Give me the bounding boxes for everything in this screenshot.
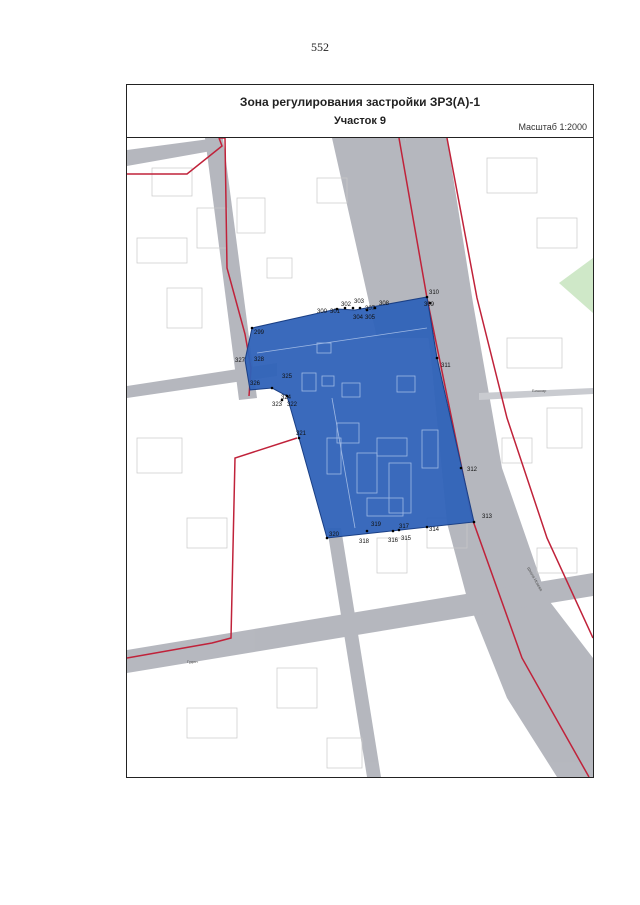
point-label-308: 308 — [379, 301, 390, 307]
point-label-313: 313 — [482, 514, 493, 520]
map-area: Бишкар Гудин Школа Исаева 299 300 301 30… — [127, 138, 593, 777]
point-label-314: 314 — [429, 527, 440, 533]
map-title: Зона регулирования застройки ЗРЗ(А)-1 — [239, 95, 481, 109]
point-label-305: 305 — [365, 315, 376, 321]
point-label-299: 299 — [254, 330, 265, 336]
point-label-324: 324 — [281, 395, 292, 401]
point-label-301: 301 — [330, 309, 341, 315]
map-frame: Зона регулирования застройки ЗРЗ(А)-1 Уч… — [126, 84, 594, 778]
point-label-326: 326 — [250, 381, 261, 387]
point-label-304: 304 — [353, 315, 364, 321]
point-label-302: 302 — [341, 302, 352, 308]
page-number: 552 — [311, 40, 329, 54]
point-label-312: 312 — [467, 467, 478, 473]
point-label-328: 328 — [254, 357, 265, 363]
map-canvas: Бишкар Гудин Школа Исаева 299 300 301 30… — [127, 138, 593, 777]
point-label-323: 323 — [272, 402, 283, 408]
point-label-316: 316 — [388, 538, 399, 544]
point-label-320: 320 — [329, 532, 340, 538]
point-label-325: 325 — [282, 374, 293, 380]
map-scale: Масштаб 1:2000 — [518, 122, 587, 132]
point-label-311: 311 — [441, 363, 451, 369]
street-label-bishkar: Бишкар — [532, 388, 547, 393]
street-label-gudin: Гудин — [187, 659, 198, 664]
title-block: Зона регулирования застройки ЗРЗ(А)-1 Уч… — [127, 85, 593, 138]
point-label-315: 315 — [401, 536, 412, 542]
point-label-300: 300 — [317, 309, 328, 315]
point-label-322: 322 — [287, 402, 298, 408]
point-label-327: 327 — [235, 358, 246, 364]
point-label-310: 310 — [429, 290, 440, 296]
point-label-321: 321 — [296, 431, 307, 437]
point-label-318: 318 — [359, 539, 370, 545]
point-label-303: 303 — [354, 299, 365, 305]
point-label-307: 307 — [365, 306, 376, 312]
point-label-319: 319 — [371, 522, 382, 528]
point-label-317: 317 — [399, 524, 410, 530]
point-label-309: 309 — [424, 302, 435, 308]
